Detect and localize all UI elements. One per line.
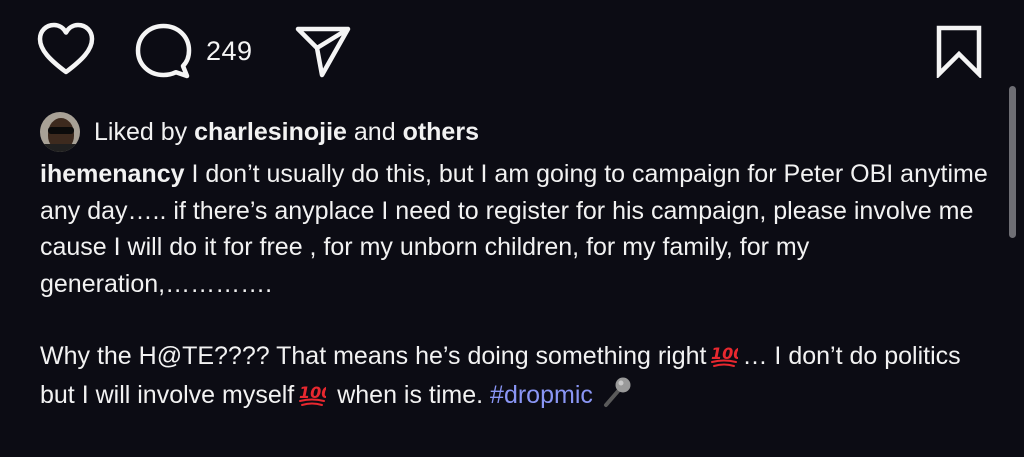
post-caption: ihemenancy I don’t usually do this, but … (40, 156, 990, 413)
caption-username[interactable]: ihemenancy (40, 160, 185, 188)
avatar[interactable] (40, 112, 80, 152)
likes-others-link[interactable]: others (403, 118, 479, 146)
scrollbar[interactable] (1009, 86, 1016, 238)
heart-icon[interactable] (36, 22, 96, 76)
likes-row: Liked by charlesinojie and others (40, 112, 479, 152)
likes-prefix: Liked by (94, 117, 188, 146)
caption-paragraph-2: Why the H@TE???? That means he’s doing s… (40, 338, 990, 413)
hashtag-link[interactable]: #dropmic (490, 381, 593, 409)
caption-text-2c: when is time. (337, 380, 484, 409)
bookmark-icon[interactable] (934, 24, 984, 78)
avatar-shirt (40, 144, 80, 152)
caption-paragraph-1: ihemenancy I don’t usually do this, but … (40, 156, 990, 302)
post-action-bar: 249 (0, 0, 1024, 100)
comment-bubble-icon[interactable] (134, 22, 194, 80)
microphone-emoji-icon (603, 377, 631, 407)
hundred-points-emoji-icon: 100 (711, 344, 738, 367)
likes-summary: Liked by charlesinojie and others (94, 118, 479, 147)
hundred-points-emoji-icon: 100 (299, 383, 326, 406)
avatar-sunglasses (48, 127, 74, 134)
liked-by-user-link[interactable]: charlesinojie (194, 118, 347, 146)
caption-text-2a: Why the H@TE???? That means he’s doing s… (40, 342, 707, 370)
paper-plane-icon[interactable] (294, 25, 352, 79)
likes-connector: and (353, 117, 396, 146)
comment-count[interactable]: 249 (206, 36, 253, 67)
